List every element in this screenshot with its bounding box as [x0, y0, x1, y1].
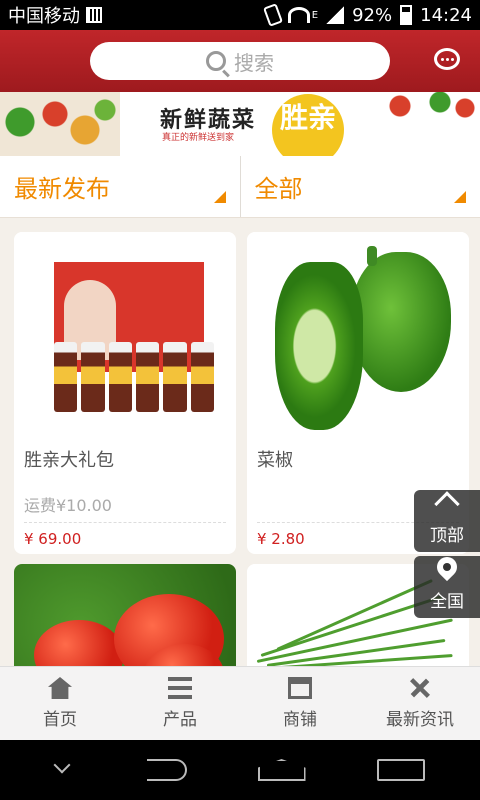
product-image	[14, 564, 236, 666]
home-icon	[48, 677, 72, 699]
location-pin-icon	[432, 552, 462, 582]
status-bar: 中国移动 E 92% 14:24	[0, 0, 480, 30]
back-to-top-button[interactable]: 顶部	[414, 490, 480, 552]
recent-apps-button[interactable]	[376, 759, 425, 781]
category-filter-label: 全部	[254, 175, 303, 203]
region-label: 全国	[430, 592, 464, 612]
product-price: ¥ 2.80	[257, 530, 305, 548]
product-price: ¥ 69.00	[24, 530, 82, 548]
banner-subtitle: 真正的新鲜送到家	[162, 133, 235, 143]
nav-shops[interactable]: 商铺	[240, 667, 360, 740]
network-type: E	[311, 9, 319, 21]
arrow-up-icon	[434, 491, 460, 517]
carrier-name: 中国移动	[8, 6, 80, 27]
news-icon	[404, 672, 437, 705]
clock: 14:24	[420, 4, 472, 26]
collapse-button[interactable]	[53, 756, 76, 781]
signal-icon	[326, 6, 345, 24]
product-grid: 胜亲大礼包 运费¥10.00 ¥ 69.00 菜椒 ¥ 2.80	[0, 218, 480, 666]
sim-icon	[86, 7, 102, 23]
nav-shops-label: 商铺	[283, 710, 317, 730]
divider	[24, 522, 226, 523]
nav-products-label: 产品	[163, 710, 197, 730]
back-button[interactable]	[146, 759, 187, 781]
nav-news[interactable]: 最新资讯	[360, 667, 480, 740]
promo-banner[interactable]: 新鲜蔬菜 真正的新鲜送到家 胜亲	[0, 92, 480, 156]
vegetables-image-right	[380, 92, 480, 122]
product-name: 菜椒	[257, 450, 293, 471]
bottom-nav: 首页 产品 商铺 最新资讯	[0, 666, 480, 740]
nav-products[interactable]: 产品	[120, 667, 240, 740]
chat-icon	[434, 48, 460, 70]
status-icons: E 92% 14:24	[262, 3, 472, 27]
banner-logo: 胜亲	[272, 94, 344, 156]
message-button[interactable]	[434, 48, 460, 74]
sort-filter-dropdown[interactable]: 最新发布	[0, 156, 240, 217]
dropdown-arrow-icon	[213, 191, 226, 203]
vibrate-icon	[262, 3, 283, 27]
nav-home-label: 首页	[43, 710, 77, 730]
filter-bar: 最新发布 全部	[0, 156, 480, 218]
product-card[interactable]	[14, 564, 236, 666]
shop-icon	[288, 677, 312, 699]
product-shipping: 运费¥10.00	[24, 496, 112, 515]
sort-filter-label: 最新发布	[14, 175, 110, 203]
vegetables-image	[0, 92, 120, 156]
product-card[interactable]: 胜亲大礼包 运费¥10.00 ¥ 69.00	[14, 232, 236, 554]
app-header: 搜索	[0, 30, 480, 92]
region-button[interactable]: 全国	[414, 552, 480, 618]
back-to-top-label: 顶部	[430, 526, 464, 546]
dropdown-arrow-icon	[454, 191, 466, 203]
chevron-down-icon	[53, 756, 70, 774]
nav-home[interactable]: 首页	[0, 667, 120, 740]
wifi-icon	[287, 7, 310, 23]
home-button[interactable]	[257, 759, 306, 781]
battery-icon	[400, 5, 413, 25]
battery-percent: 92%	[352, 4, 393, 26]
search-input[interactable]: 搜索	[90, 42, 390, 80]
system-nav-bar	[0, 740, 480, 800]
list-icon	[168, 677, 192, 699]
product-image	[14, 232, 236, 440]
product-image	[247, 232, 469, 440]
category-filter-dropdown[interactable]: 全部	[239, 156, 480, 217]
product-name: 胜亲大礼包	[24, 450, 114, 471]
search-icon	[206, 51, 226, 71]
nav-news-label: 最新资讯	[386, 710, 454, 730]
search-placeholder: 搜索	[234, 50, 274, 75]
jars-graphic	[54, 342, 214, 412]
